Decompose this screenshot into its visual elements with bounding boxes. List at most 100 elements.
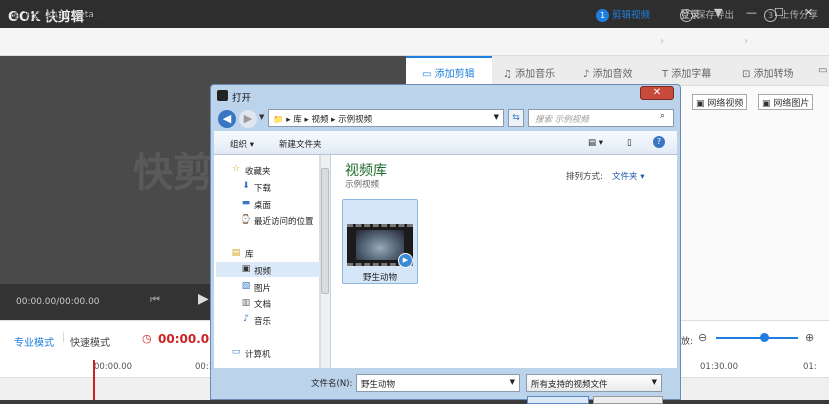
fast-mode-button[interactable]: 快速模式 xyxy=(70,334,110,349)
nav-item-music[interactable]: 音乐 xyxy=(254,315,271,327)
chevron-right-icon: › xyxy=(744,36,748,47)
nav-item-computer[interactable]: 计算机 xyxy=(245,348,271,360)
filename-input[interactable]: 野生动物 ▼ xyxy=(356,374,520,392)
zoom-slider[interactable] xyxy=(716,337,798,339)
sort-label: 排列方式: xyxy=(566,172,603,182)
minimize-icon[interactable]: — xyxy=(746,6,757,19)
refresh-icon[interactable]: ⇆ xyxy=(508,109,524,127)
play-icon[interactable]: ▶ xyxy=(198,291,209,307)
nav-item-downloads[interactable]: 下载 xyxy=(254,182,271,194)
menu-bar xyxy=(0,28,829,56)
new-project-label: 新建项目 xyxy=(23,11,64,22)
dialog-title: 打开 xyxy=(232,93,252,104)
tab-add-clip[interactable]: ▭ 添加剪辑 xyxy=(422,65,475,80)
nav-item-desktop[interactable]: 桌面 xyxy=(254,199,271,211)
chevron-down-icon[interactable]: ▼ xyxy=(510,378,515,386)
step-label: 上传分享 xyxy=(780,10,819,21)
nav-item-recent[interactable]: 最近访问的位置 xyxy=(254,215,314,227)
tab-label: 添加音效 xyxy=(592,69,633,80)
new-project-button[interactable]: ⊞ 新建项目 xyxy=(12,7,64,22)
tab-add-subtitle[interactable]: T 添加字幕 xyxy=(662,65,711,80)
tab-add-music[interactable]: ♫ 添加音乐 xyxy=(503,65,555,80)
folder-name: 野生动物 xyxy=(362,273,397,283)
filetype-select[interactable]: 所有支持的视频文件 ▼ xyxy=(526,374,662,392)
tab-label: 添加字幕 xyxy=(671,69,712,80)
search-input[interactable]: 搜索 示例视频 xyxy=(528,109,674,127)
play-badge-icon: ▶ xyxy=(398,253,413,268)
favorites-icon: ☆ xyxy=(231,164,241,174)
ruler-tick: 00:00.00 xyxy=(94,362,133,372)
tab-add-transition[interactable]: ⊡ 添加转场 xyxy=(742,65,794,80)
open-button[interactable] xyxy=(527,396,589,404)
address-bar[interactable]: 📁 ▸ 库 ▸ 视频 ▸ 示例视频 ▼ xyxy=(268,109,504,127)
my-projects-label: 我的项目 xyxy=(94,11,135,22)
clock-icon: ◷ xyxy=(142,332,152,345)
filename-label: 文件名(N): xyxy=(311,379,353,389)
zoom-out-icon[interactable]: ⊖ xyxy=(698,331,707,344)
tab-label: 添加转场 xyxy=(753,69,794,80)
organize-button[interactable]: 组织 ▾ xyxy=(230,138,254,150)
pictures-icon: ▧ xyxy=(241,281,251,291)
step-number: 3 xyxy=(764,9,777,22)
search-icon[interactable]: ⌕ xyxy=(660,111,665,121)
video-thumbnail xyxy=(356,230,404,260)
library-title: 视频库 xyxy=(345,163,387,179)
library-subtitle: 示例视频 xyxy=(345,180,380,190)
step-edit[interactable]: 1 剪辑视频 xyxy=(596,7,650,22)
preview-watermark: 快剪 xyxy=(133,150,213,196)
back-icon[interactable]: ◀ xyxy=(218,110,236,128)
online-image-button[interactable]: ▣ 网络图片 xyxy=(758,94,814,110)
step-share[interactable]: 3 上传分享 xyxy=(764,7,818,22)
address-dropdown-icon[interactable]: ▼ xyxy=(494,113,499,121)
ruler-tick: 01: xyxy=(803,362,817,372)
zoom-in-icon[interactable]: ⊕ xyxy=(805,331,814,344)
preview-pane-icon[interactable]: ▯ xyxy=(627,138,632,148)
folder-icon: 📁 xyxy=(273,115,284,125)
new-folder-button[interactable]: 新建文件夹 xyxy=(279,138,322,150)
breadcrumb-sample-videos[interactable]: 示例视频 xyxy=(338,115,372,125)
previous-frame-icon[interactable]: ⏮ xyxy=(150,293,160,307)
tab-add-sound[interactable]: ♪ 添加音效 xyxy=(583,65,633,80)
documents-icon: ▥ xyxy=(241,298,251,308)
online-image-label: 网络图片 xyxy=(773,99,810,109)
breadcrumb-library[interactable]: 库 xyxy=(293,115,302,125)
step-label: 剪辑视频 xyxy=(612,10,651,21)
current-time: 00:00.00 xyxy=(158,332,218,346)
step-export[interactable]: 2 保存导出 xyxy=(680,7,734,22)
step-number: 2 xyxy=(680,9,693,22)
zoom-slider-handle[interactable] xyxy=(760,333,769,342)
timecode: 00:00.00/00:00.00 xyxy=(16,297,100,307)
playhead[interactable] xyxy=(93,360,95,400)
step-number: 1 xyxy=(596,9,609,22)
nav-item-favorites[interactable]: 收藏夹 xyxy=(245,165,271,177)
breadcrumb-videos[interactable]: 视频 xyxy=(311,115,328,125)
tab-label: 添加剪辑 xyxy=(434,69,475,80)
tab-label: 添加音乐 xyxy=(515,69,556,80)
view-options-icon[interactable]: ▤ ▾ xyxy=(588,138,603,148)
tab-more[interactable]: ▭ xyxy=(818,65,827,76)
recent-places-icon: ⌚ xyxy=(240,215,252,225)
zoom-label: 放: xyxy=(681,337,694,347)
forward-icon[interactable]: ▶ xyxy=(239,110,257,128)
computer-icon: ▭ xyxy=(231,347,241,357)
history-dropdown-icon[interactable]: ▼ xyxy=(259,113,264,121)
videos-icon: ▣ xyxy=(241,264,251,274)
online-video-button[interactable]: ▣ 网络视频 xyxy=(692,94,748,110)
music-icon: ♪ xyxy=(243,314,249,324)
desktop-icon: ▬ xyxy=(241,198,251,208)
nav-item-library[interactable]: 库 xyxy=(245,248,254,260)
nav-item-pictures[interactable]: 图片 xyxy=(254,282,271,294)
nav-scrollbar-thumb[interactable] xyxy=(321,168,329,294)
my-projects-button[interactable]: ▭ 我的项目 xyxy=(82,7,135,22)
nav-item-documents[interactable]: 文档 xyxy=(254,298,271,310)
pro-mode-button[interactable]: 专业模式 xyxy=(14,334,54,349)
dialog-close-icon[interactable]: ✕ xyxy=(640,86,674,100)
help-icon[interactable]: ? xyxy=(653,136,665,148)
sort-dropdown[interactable]: 文件夹 ▾ xyxy=(612,170,644,182)
app-icon xyxy=(217,90,228,101)
cancel-button[interactable] xyxy=(593,396,663,404)
online-video-label: 网络视频 xyxy=(707,99,744,109)
ruler-tick: 01:30.00 xyxy=(700,362,739,372)
downloads-icon: ⬇ xyxy=(242,181,250,191)
nav-item-videos[interactable]: 视频 xyxy=(254,265,271,277)
